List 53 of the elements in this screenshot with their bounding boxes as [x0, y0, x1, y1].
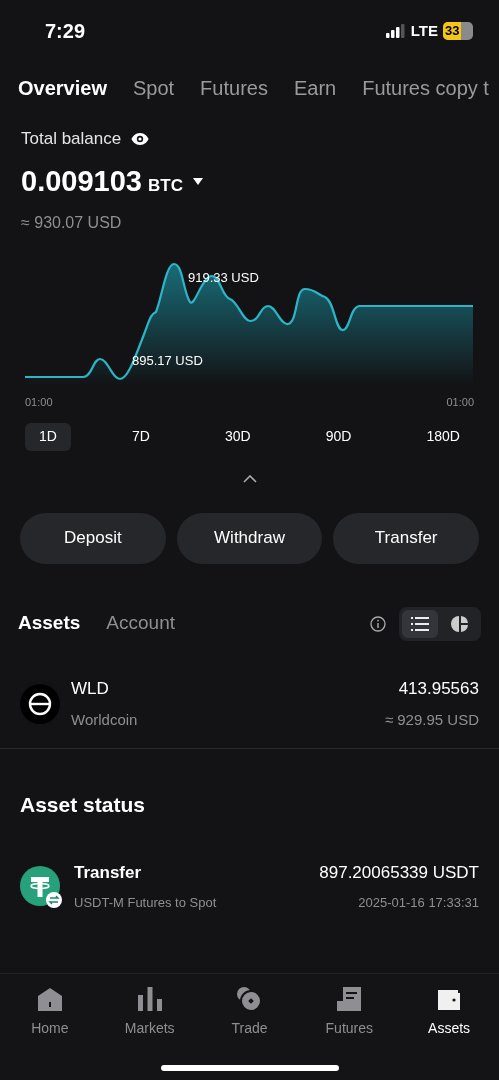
range-tab[interactable]: 180D: [412, 422, 474, 451]
tab[interactable]: Futures: [200, 73, 268, 103]
asset-amount: 413.95563: [398, 678, 479, 700]
list-icon: [411, 616, 429, 631]
range-tab[interactable]: 90D: [311, 422, 366, 451]
tab[interactable]: Spot: [132, 73, 175, 103]
clock-time: 7:29: [45, 19, 86, 44]
futures-icon: [337, 986, 362, 1012]
balance-amount: 0.009103: [21, 163, 142, 199]
nav-tab[interactable]: Home: [0, 986, 100, 1039]
dropdown-icon[interactable]: [192, 177, 203, 185]
status-title: Transfer: [74, 862, 143, 884]
axis-label: 01:00: [446, 395, 474, 410]
currency-selector[interactable]: BTC: [147, 172, 183, 198]
trade-icon: [236, 986, 263, 1012]
nav-tab[interactable]: Markets: [99, 986, 200, 1039]
asset-symbol: WLD: [71, 678, 110, 700]
action-button[interactable]: Transfer: [333, 512, 479, 564]
network-label: LTE: [410, 20, 438, 41]
asset-tab[interactable]: Account: [106, 609, 175, 638]
nav-tab[interactable]: Assets: [399, 986, 499, 1039]
asset-value: ≈ 929.95 USD: [384, 709, 479, 730]
list-view-button[interactable]: [402, 609, 438, 638]
asset-name: Worldcoin: [71, 709, 138, 730]
chart-annotation: 919.33 USD: [188, 269, 259, 287]
balance-label: Total balance: [21, 128, 122, 150]
axis-label: 01:00: [25, 395, 53, 410]
range-tab[interactable]: 7D: [118, 422, 164, 451]
markets-icon: [136, 986, 163, 1012]
collapse-icon[interactable]: [242, 474, 257, 483]
action-button[interactable]: Withdraw: [176, 512, 323, 564]
status-subtitle: USDT-M Futures to Spot: [74, 893, 217, 912]
transfer-icon: [20, 866, 62, 908]
signal-icon: [385, 24, 406, 38]
range-tab[interactable]: 30D: [210, 422, 265, 451]
eye-icon[interactable]: [131, 131, 150, 146]
home-icon: [36, 986, 63, 1012]
nav-tab[interactable]: Trade: [199, 986, 300, 1039]
range-tab[interactable]: 1D: [25, 422, 71, 451]
tab[interactable]: Earn: [293, 73, 337, 103]
coin-logo-icon: [20, 683, 60, 724]
action-button[interactable]: Deposit: [20, 512, 166, 564]
status-time: 2025-01-16 17:33:31: [358, 893, 479, 912]
tab[interactable]: Overview: [18, 73, 107, 103]
tab[interactable]: Futures copy t: [362, 73, 489, 103]
status-amount: 897.20065339 USDT: [319, 862, 479, 884]
info-icon[interactable]: [370, 615, 386, 632]
section-title: Asset status: [19, 791, 146, 818]
balance-usd: ≈ 930.07 USD: [21, 213, 123, 233]
asset-tab[interactable]: Assets: [18, 609, 81, 638]
pie-chart-icon: [451, 614, 469, 633]
nav-tab[interactable]: Futures: [299, 986, 400, 1039]
battery-icon: 33: [443, 22, 473, 40]
